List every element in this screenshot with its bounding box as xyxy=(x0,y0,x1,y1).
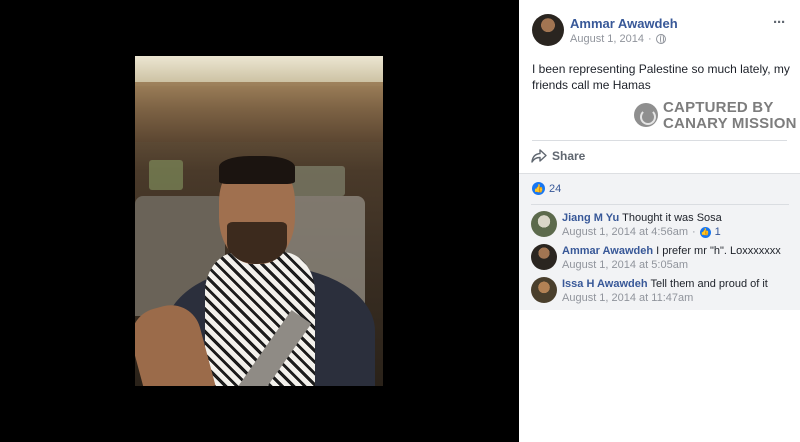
comments-divider xyxy=(531,204,789,205)
author-name[interactable]: Ammar Awawdeh xyxy=(570,16,678,31)
photo-person-beard xyxy=(227,222,287,264)
commenter-avatar[interactable] xyxy=(531,277,557,303)
comment-text: Thought it was Sosa xyxy=(622,212,722,224)
commenter-avatar[interactable] xyxy=(531,244,557,270)
like-icon: 👍 xyxy=(532,182,545,195)
comment-meta-separator: · xyxy=(691,226,696,238)
comment-time[interactable]: August 1, 2014 at 5:05am xyxy=(562,259,688,271)
comment-body: Issa H Awawdeh Tell them and proud of it xyxy=(562,277,768,291)
canary-mission-watermark: CAPTURED BY CANARY MISSION xyxy=(631,100,797,134)
share-icon xyxy=(531,149,547,163)
comment-like-count[interactable]: 1 xyxy=(715,226,721,238)
comment-body: Ammar Awawdeh I prefer mr "h". Loxxxxxxx xyxy=(562,244,781,258)
author-avatar[interactable] xyxy=(532,14,564,46)
comment-time[interactable]: August 1, 2014 at 11:47am xyxy=(562,292,693,304)
watermark-line1: CAPTURED BY xyxy=(663,99,774,116)
comments-section: 👍 24 Jiang M Yu Thought it was Sosa Augu… xyxy=(519,173,800,310)
comment-text: I prefer mr "h". Loxxxxxxx xyxy=(656,245,781,257)
post-photo[interactable] xyxy=(135,56,383,386)
canary-logo-icon xyxy=(634,103,658,127)
commenter-avatar[interactable] xyxy=(531,211,557,237)
post-date[interactable]: August 1, 2014 xyxy=(570,33,644,45)
comment-meta: August 1, 2014 at 4:56am · 👍 1 xyxy=(562,226,721,238)
watermark-text: CAPTURED BY CANARY MISSION xyxy=(663,100,797,132)
photo-viewer xyxy=(0,0,519,442)
comment-body: Jiang M Yu Thought it was Sosa xyxy=(562,211,722,225)
share-label: Share xyxy=(552,149,586,163)
post-date-row: August 1, 2014 · xyxy=(570,33,666,45)
more-options-icon[interactable]: ··· xyxy=(773,14,786,31)
commenter-name[interactable]: Ammar Awawdeh xyxy=(562,245,653,257)
reactions-summary[interactable]: 👍 24 xyxy=(532,182,561,195)
like-icon: 👍 xyxy=(699,226,711,238)
post-panel: Ammar Awawdeh August 1, 2014 · ··· I bee… xyxy=(519,0,800,442)
commenter-name[interactable]: Issa H Awawdeh xyxy=(562,278,648,290)
divider xyxy=(532,140,787,141)
watermark-line2: CANARY MISSION xyxy=(663,115,797,132)
commenter-name[interactable]: Jiang M Yu xyxy=(562,212,619,224)
photo-person-hair xyxy=(219,156,295,184)
share-button[interactable]: Share xyxy=(531,146,585,166)
post-text: I been representing Palestine so much la… xyxy=(532,62,790,92)
comment-time[interactable]: August 1, 2014 at 4:56am xyxy=(562,226,688,238)
comment-text: Tell them and proud of it xyxy=(650,278,768,290)
globe-icon[interactable] xyxy=(655,34,666,44)
photo-headliner xyxy=(135,82,383,142)
post-header: Ammar Awawdeh August 1, 2014 · ··· xyxy=(519,0,800,52)
photo-window-left xyxy=(149,160,183,190)
like-count: 24 xyxy=(549,182,562,195)
post-date-separator: · xyxy=(648,33,652,45)
comment-meta: August 1, 2014 at 11:47am xyxy=(562,292,693,304)
comment-meta: August 1, 2014 at 5:05am xyxy=(562,259,688,271)
